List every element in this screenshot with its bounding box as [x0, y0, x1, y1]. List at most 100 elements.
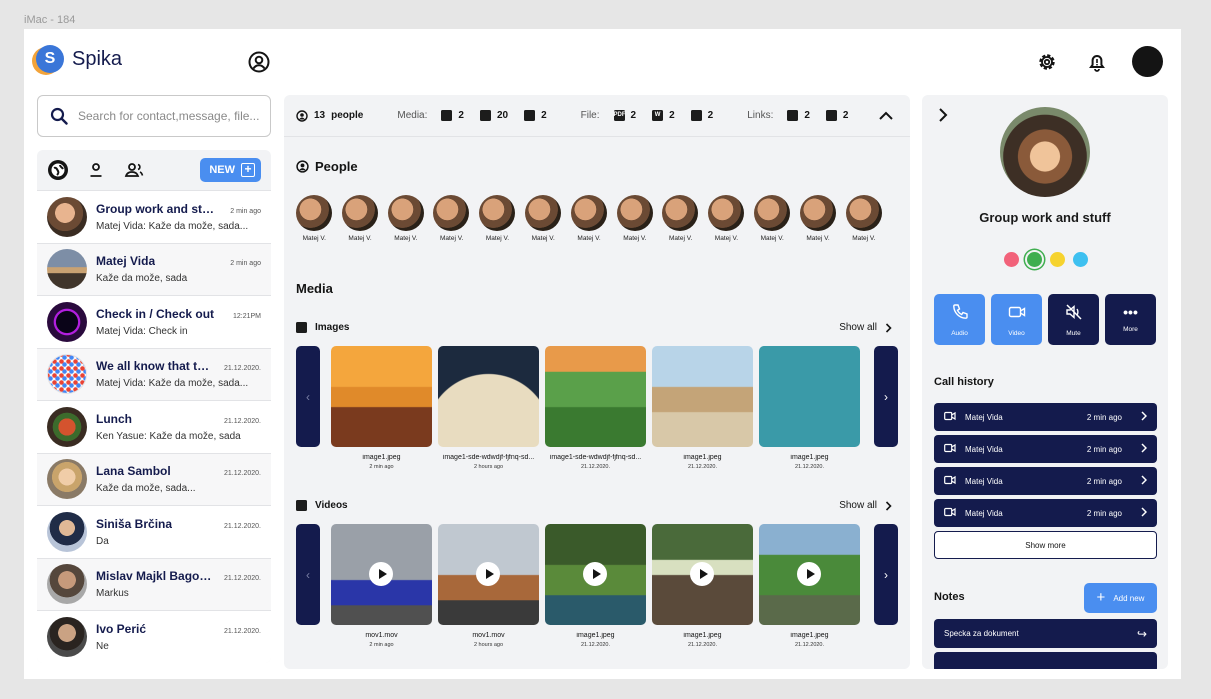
videos-prev-button[interactable]: ‹	[296, 524, 320, 625]
file-name: mov1.mov	[365, 632, 398, 639]
image-thumbnail[interactable]: image1.jpeg 2 min ago	[331, 346, 432, 470]
note-item[interactable]: Specka za dokument ↪	[934, 619, 1157, 648]
chevron-right-icon[interactable]	[938, 107, 948, 128]
images-subheading: Images	[296, 322, 349, 333]
member-item[interactable]: Matej V.	[662, 195, 699, 242]
media-videos-count: 20	[496, 110, 509, 121]
member-item[interactable]: Matej V.	[524, 195, 562, 242]
chat-body: We all know that ther... 21.12.2020. Matej…	[96, 359, 261, 389]
bell-icon[interactable]	[1086, 51, 1108, 73]
user-avatar[interactable]	[1132, 46, 1163, 77]
theme-color-option[interactable]	[1050, 252, 1065, 267]
file-word-count: 2	[669, 110, 675, 121]
image-thumbnail[interactable]: image1-sde-wdwdjf-fjfnq-sd... 2 hours ago	[438, 346, 539, 470]
image-thumbnail[interactable]: image1.jpeg 21.12.2020.	[652, 346, 753, 470]
video-camera-icon	[1008, 306, 1025, 317]
chevron-up-icon[interactable]	[874, 108, 898, 124]
member-item[interactable]: Matej V.	[845, 195, 883, 242]
member-item[interactable]: Matej V.	[799, 195, 837, 242]
chat-top: Matej Vida 2 min ago	[96, 254, 261, 268]
chat-list-item[interactable]: Matej Vida 2 min ago Kaže da može, sada	[37, 242, 271, 295]
member-item[interactable]: Matej V.	[387, 195, 425, 242]
member-avatar	[387, 195, 424, 231]
member-item[interactable]: Matej V.	[616, 195, 654, 242]
header: S Spika	[24, 29, 1181, 95]
group-photo[interactable]	[1000, 107, 1090, 197]
image-thumbnail[interactable]: image1.jpeg 21.12.2020.	[759, 346, 860, 470]
logo[interactable]: S Spika	[36, 45, 122, 73]
video-thumbnail[interactable]: image1.jpeg 21.12.2020.	[759, 524, 860, 648]
chat-name: Lana Sambol	[96, 464, 171, 479]
member-item[interactable]: Matej V.	[341, 195, 379, 242]
show-more-button[interactable]: Show more	[934, 531, 1157, 559]
person-icon[interactable]	[85, 159, 107, 181]
images-show-all-button[interactable]: Show all	[839, 322, 892, 333]
theme-color-option[interactable]	[1073, 252, 1088, 267]
chat-list-item[interactable]: Check in / Check out 12:21PM Matej Vida: C…	[37, 295, 271, 348]
file-stats: File: PDF 2 W2 2	[581, 110, 713, 121]
play-icon[interactable]	[797, 562, 821, 586]
chat-list-item[interactable]: Lana Sambol 21.12.2020. Kaže da može, sada…	[37, 452, 271, 505]
add-new-label: Add new	[1113, 593, 1145, 603]
chat-list-item[interactable]: We all know that ther... 21.12.2020. Matej…	[37, 347, 271, 400]
video-thumbnail[interactable]: mov1.mov 2 hours ago	[438, 524, 539, 648]
video-camera-icon	[944, 411, 956, 423]
member-item[interactable]: Matej V.	[570, 195, 608, 242]
file-date: 2 min ago	[369, 642, 394, 648]
frame-label: iMac - 184	[24, 14, 76, 26]
call-history-item[interactable]: Matej Vida 2 min ago	[934, 435, 1157, 463]
chat-list-item[interactable]: Ivo Perić 21.12.2020. Ne	[37, 610, 271, 663]
note-item[interactable]	[934, 652, 1157, 669]
gear-icon[interactable]	[1036, 51, 1058, 73]
group-icon[interactable]	[123, 159, 145, 181]
chat-list-item[interactable]: Mislav Majkl Bagović 21.12.2020. Markus	[37, 557, 271, 610]
member-item[interactable]: Matej V.	[753, 195, 791, 242]
chat-avatar	[47, 354, 87, 395]
call-history-item[interactable]: Matej Vida 2 min ago	[934, 499, 1157, 527]
videos-show-all-button[interactable]: Show all	[839, 500, 892, 511]
video-thumbnail[interactable]: image1.jpeg 21.12.2020.	[652, 524, 753, 648]
videos-next-button[interactable]: ›	[874, 524, 898, 625]
links-stat-label: Links:	[747, 110, 774, 121]
mute-button[interactable]: Mute	[1048, 294, 1099, 345]
chat-name: Mislav Majkl Bagović	[96, 569, 216, 584]
chat-last-message: Matej Vida: Check in	[96, 325, 188, 337]
member-avatar	[845, 195, 882, 231]
chat-list-item[interactable]: Lunch 21.12.2020. Ken Yasue: Kaže da može,…	[37, 400, 271, 453]
member-item[interactable]: Matej V.	[708, 195, 745, 242]
chat-body: Lunch 21.12.2020. Ken Yasue: Kaže da može,…	[96, 412, 261, 442]
new-chat-button[interactable]: NEW +	[200, 158, 261, 182]
call-history-item[interactable]: Matej Vida 2 min ago	[934, 467, 1157, 495]
play-icon[interactable]	[476, 562, 500, 586]
member-item[interactable]: Matej V.	[296, 195, 333, 242]
caller-name: Matej Vida	[965, 476, 1003, 486]
share-icon[interactable]: ↪	[1137, 627, 1147, 641]
chat-list-item[interactable]: Group work and stuff 2 min ago Matej Vida:…	[37, 190, 271, 243]
profile-icon[interactable]	[248, 51, 270, 73]
more-button[interactable]: ••• More	[1105, 294, 1156, 345]
chat-list-item[interactable]: Siniša Brčina 21.12.2020. Da	[37, 505, 271, 558]
call-time: 2 min ago	[1086, 444, 1122, 454]
search-input[interactable]: Search for contact,message, file...	[37, 95, 271, 137]
theme-color-option[interactable]	[1004, 252, 1019, 267]
chat-body: Group work and stuff 2 min ago Matej Vida:…	[96, 202, 261, 232]
globe-icon[interactable]	[47, 159, 69, 181]
call-time: 2 min ago	[1086, 508, 1122, 518]
show-all-label: Show all	[839, 322, 877, 333]
theme-color-option[interactable]	[1027, 252, 1042, 267]
member-item[interactable]: Matej V.	[479, 195, 516, 242]
video-thumbnail[interactable]: mov1.mov 2 min ago	[331, 524, 432, 648]
image-thumbnail[interactable]: image1-sde-wdwdjf-fjfnq-sd... 21.12.2020.	[545, 346, 646, 470]
video-call-button[interactable]: Video	[991, 294, 1042, 345]
images-next-button[interactable]: ›	[874, 346, 898, 447]
play-icon[interactable]	[583, 562, 607, 586]
add-note-button[interactable]: + Add new	[1084, 583, 1157, 613]
images-prev-button[interactable]: ‹	[296, 346, 320, 447]
play-icon[interactable]	[690, 562, 714, 586]
play-icon[interactable]	[369, 562, 393, 586]
member-item[interactable]: Matej V.	[433, 195, 470, 242]
audio-call-button[interactable]: Audio	[934, 294, 985, 345]
caller-name: Matej Vida	[965, 444, 1003, 454]
video-thumbnail[interactable]: image1.jpeg 21.12.2020.	[545, 524, 646, 648]
call-history-item[interactable]: Matej Vida 2 min ago	[934, 403, 1157, 431]
